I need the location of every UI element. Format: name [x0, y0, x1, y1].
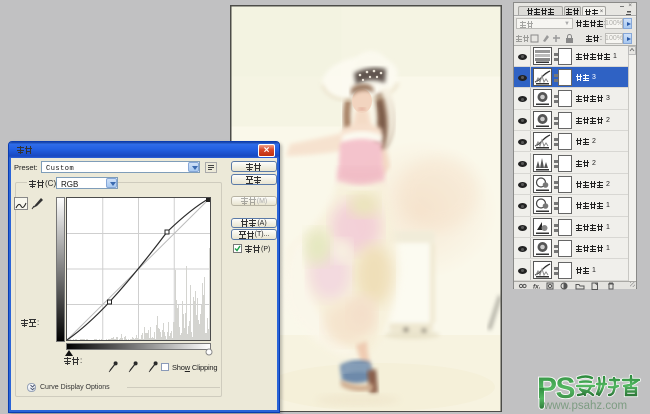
svg-text:www.psahz.com: www.psahz.com: [543, 400, 627, 412]
svg-text:fx.: fx.: [533, 283, 541, 290]
